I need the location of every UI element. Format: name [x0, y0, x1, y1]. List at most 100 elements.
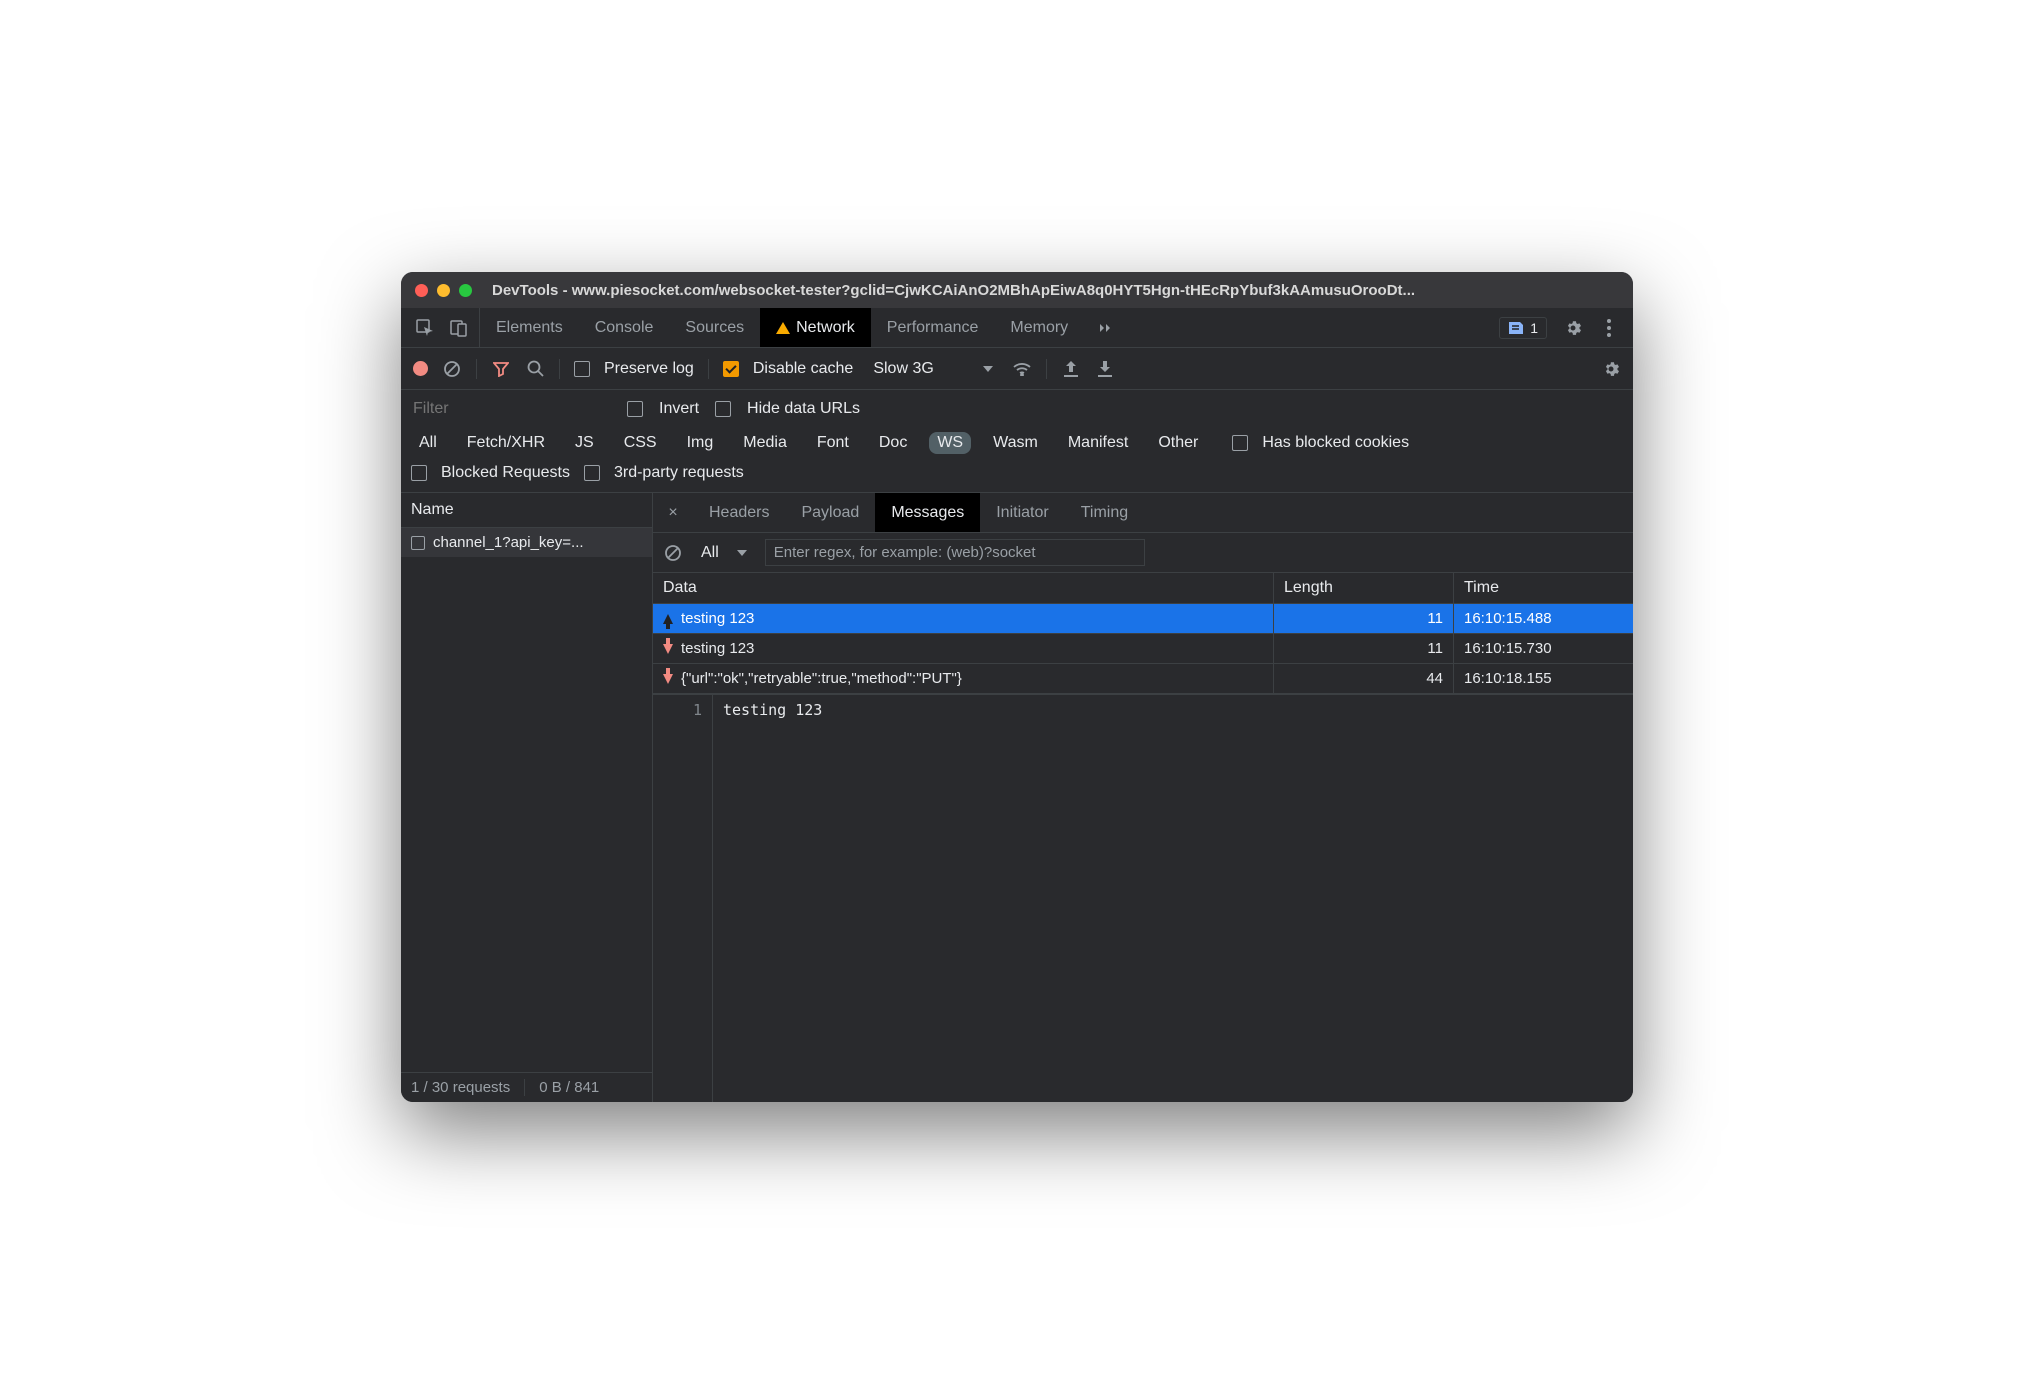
request-icon [411, 536, 425, 550]
settings-gear-icon[interactable] [1563, 318, 1583, 338]
detail-tab-payload[interactable]: Payload [785, 493, 875, 532]
type-filter-font[interactable]: Font [809, 432, 857, 454]
message-row[interactable]: testing 1231116:10:15.488 [653, 604, 1633, 634]
tab-sources[interactable]: Sources [669, 308, 760, 347]
detail-tabs: × HeadersPayloadMessagesInitiatorTiming [653, 493, 1633, 533]
received-arrow-icon [663, 644, 673, 654]
close-window-icon[interactable] [415, 284, 428, 297]
message-length: 11 [1273, 634, 1453, 663]
requests-panel: Name channel_1?api_key=... 1 / 30 reques… [401, 493, 653, 1102]
type-filter-manifest[interactable]: Manifest [1060, 432, 1136, 454]
detail-tab-messages[interactable]: Messages [875, 493, 980, 532]
message-viewer: 1 testing 123 [653, 694, 1633, 1102]
tab-console[interactable]: Console [579, 308, 670, 347]
message-time: 16:10:18.155 [1453, 664, 1633, 693]
third-party-label: 3rd-party requests [614, 464, 744, 482]
network-conditions-icon[interactable] [1012, 359, 1032, 379]
tab-elements[interactable]: Elements [480, 308, 579, 347]
third-party-checkbox[interactable] [584, 465, 600, 481]
message-row[interactable]: {"url":"ok","retryable":true,"method":"P… [653, 664, 1633, 694]
preserve-log-checkbox[interactable] [574, 361, 590, 377]
device-toolbar-icon[interactable] [449, 318, 469, 338]
issues-badge[interactable]: 1 [1499, 317, 1547, 339]
detail-tab-headers[interactable]: Headers [693, 493, 785, 532]
traffic-lights [415, 284, 472, 297]
type-filter-css[interactable]: CSS [616, 432, 665, 454]
main-tabs: Elements Console Sources Network Performance… [480, 308, 1084, 347]
detail-panel: × HeadersPayloadMessagesInitiatorTiming … [653, 493, 1633, 1102]
invert-checkbox[interactable] [627, 401, 643, 417]
blocked-requests-checkbox[interactable] [411, 465, 427, 481]
throttling-select[interactable]: Slow 3G [873, 360, 933, 378]
type-filter-js[interactable]: JS [567, 432, 602, 454]
message-length: 44 [1273, 664, 1453, 693]
divider [559, 359, 560, 379]
more-tabs-icon[interactable] [1084, 308, 1128, 347]
issues-count: 1 [1530, 320, 1538, 336]
divider [476, 359, 477, 379]
detail-tab-timing[interactable]: Timing [1065, 493, 1144, 532]
message-data: testing 123 [681, 640, 754, 657]
panel-settings-gear-icon[interactable] [1601, 359, 1621, 379]
messages-filter-mode: All [701, 544, 719, 562]
message-row[interactable]: testing 1231116:10:15.730 [653, 634, 1633, 664]
received-arrow-icon [663, 674, 673, 684]
tab-label: Console [595, 319, 654, 337]
type-filter-ws[interactable]: WS [929, 432, 971, 454]
messages-toolbar: All [653, 533, 1633, 573]
tab-label: Network [796, 319, 855, 337]
col-length-header[interactable]: Length [1273, 573, 1453, 603]
kebab-menu-icon[interactable] [1599, 318, 1619, 338]
type-filter-all[interactable]: All [411, 432, 445, 454]
tab-performance[interactable]: Performance [871, 308, 995, 347]
name-column-header[interactable]: Name [401, 493, 652, 528]
type-filter-doc[interactable]: Doc [871, 432, 915, 454]
tab-memory[interactable]: Memory [994, 308, 1084, 347]
clear-messages-icon[interactable] [663, 543, 683, 563]
messages-table-header: Data Length Time [653, 573, 1633, 604]
inspect-element-icon[interactable] [415, 318, 435, 338]
filter-bar: Invert Hide data URLs AllFetch/XHRJSCSSI… [401, 390, 1633, 493]
hide-data-urls-checkbox[interactable] [715, 401, 731, 417]
messages-filter-dropdown[interactable]: All [695, 542, 753, 564]
content-area: Name channel_1?api_key=... 1 / 30 reques… [401, 493, 1633, 1102]
messages-regex-input[interactable] [765, 539, 1145, 566]
download-har-icon[interactable] [1095, 359, 1115, 379]
record-button-icon[interactable] [413, 361, 428, 376]
tab-label: Sources [685, 319, 744, 337]
tab-label: Performance [887, 319, 979, 337]
type-filter-wasm[interactable]: Wasm [985, 432, 1046, 454]
tab-label: Elements [496, 319, 563, 337]
tab-network[interactable]: Network [760, 308, 871, 347]
search-icon[interactable] [525, 359, 545, 379]
warning-icon [776, 322, 790, 334]
inspect-tools [401, 308, 480, 347]
type-filter-media[interactable]: Media [735, 432, 795, 454]
filter-input[interactable] [411, 396, 611, 422]
disable-cache-label: Disable cache [753, 360, 854, 378]
message-content: testing 123 [713, 695, 832, 1102]
message-length: 11 [1273, 604, 1453, 633]
filter-funnel-icon[interactable] [491, 359, 511, 379]
has-blocked-cookies-label: Has blocked cookies [1262, 434, 1409, 452]
type-filter-fetchxhr[interactable]: Fetch/XHR [459, 432, 553, 454]
type-filter-other[interactable]: Other [1150, 432, 1206, 454]
minimize-window-icon[interactable] [437, 284, 450, 297]
upload-har-icon[interactable] [1061, 359, 1081, 379]
type-filter-img[interactable]: Img [679, 432, 722, 454]
col-data-header[interactable]: Data [653, 573, 1273, 603]
col-time-header[interactable]: Time [1453, 573, 1633, 603]
maximize-window-icon[interactable] [459, 284, 472, 297]
clear-button-icon[interactable] [442, 359, 462, 379]
message-data: testing 123 [681, 610, 754, 627]
throttling-chevron-down-icon[interactable] [978, 359, 998, 379]
disable-cache-checkbox[interactable] [723, 361, 739, 377]
window-title: DevTools - www.piesocket.com/websocket-t… [492, 282, 1415, 299]
has-blocked-cookies-checkbox[interactable] [1232, 435, 1248, 451]
titlebar: DevTools - www.piesocket.com/websocket-t… [401, 272, 1633, 308]
sent-arrow-icon [663, 614, 673, 624]
preserve-log-label: Preserve log [604, 360, 694, 378]
close-detail-icon[interactable]: × [653, 493, 693, 532]
request-row[interactable]: channel_1?api_key=... [401, 528, 652, 557]
detail-tab-initiator[interactable]: Initiator [980, 493, 1064, 532]
